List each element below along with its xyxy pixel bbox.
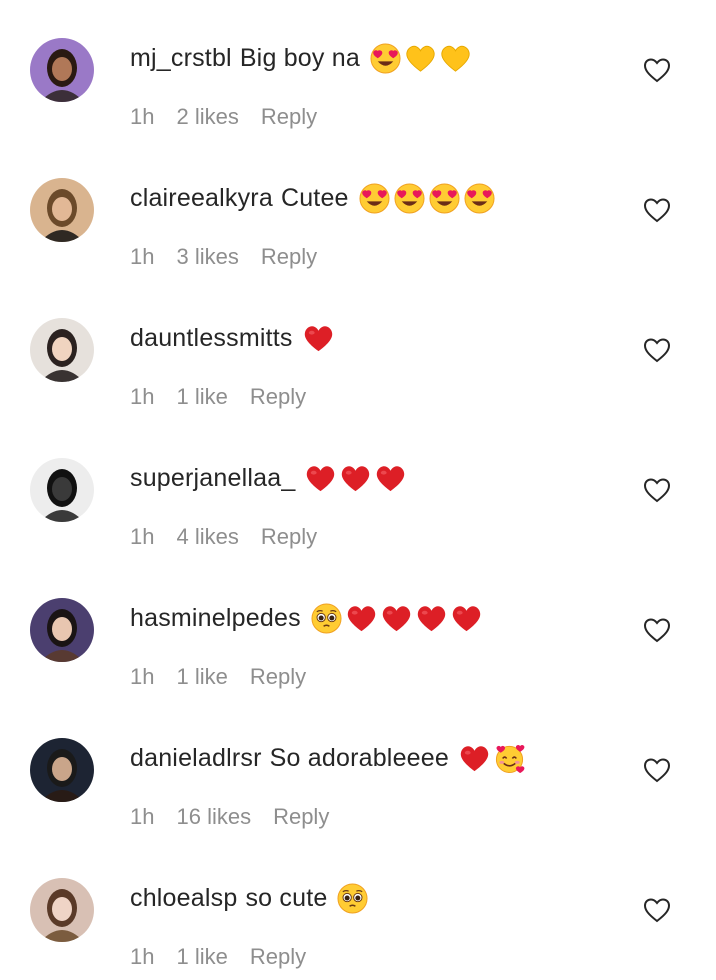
yellow-heart-emoji xyxy=(440,43,471,74)
red-heart-emoji xyxy=(451,603,482,634)
comment-body: hasminelpedes xyxy=(130,600,486,636)
comment-item: superjanellaa_ 1h 4 likes Reply xyxy=(0,420,716,560)
comment-username[interactable]: danieladlrsr xyxy=(130,744,262,773)
comment-meta: 1h 4 likes Reply xyxy=(130,524,339,550)
comment-text: Big boy na xyxy=(239,43,360,72)
comment-body: mj_crstbl Big boy na xyxy=(130,40,475,76)
comment-likes-count[interactable]: 4 likes xyxy=(176,524,238,549)
red-heart-emoji xyxy=(459,743,490,774)
comment-time: 1h xyxy=(130,664,155,689)
comment-username[interactable]: mj_crstbl xyxy=(130,44,232,73)
reply-button[interactable]: Reply xyxy=(273,804,329,829)
comment-likes-count[interactable]: 2 likes xyxy=(176,104,238,129)
heart-outline-icon[interactable] xyxy=(643,57,671,83)
comment-meta: 1h 1 like Reply xyxy=(130,944,328,970)
avatar[interactable] xyxy=(30,738,94,802)
comment-item: hasminelpedes 1h 1 like Reply xyxy=(0,560,716,700)
comment-emojis xyxy=(303,323,338,354)
avatar[interactable] xyxy=(30,318,94,382)
comment-body: claireealkyra Cutee xyxy=(130,180,499,216)
comment-meta: 1h 3 likes Reply xyxy=(130,244,339,270)
heart-eyes-emoji xyxy=(429,182,460,214)
comment-emojis xyxy=(311,602,486,634)
comment-item: claireealkyra Cutee 1h 3 likes Reply xyxy=(0,140,716,280)
comment-emojis xyxy=(337,882,372,914)
comment-item: danieladlrsr So adorableeee 1h 16 likes Repl… xyxy=(0,700,716,840)
comment-meta: 1h 2 likes Reply xyxy=(130,104,339,130)
comment-username[interactable]: hasminelpedes xyxy=(130,604,301,633)
comment-text: So adorableeee xyxy=(269,743,449,772)
heart-eyes-emoji xyxy=(359,182,390,214)
comment-likes-count[interactable]: 16 likes xyxy=(176,804,251,829)
smiling-face-with-hearts-emoji xyxy=(494,743,525,774)
comment-meta: 1h 16 likes Reply xyxy=(130,804,351,830)
heart-eyes-emoji xyxy=(370,42,401,74)
heart-outline-icon[interactable] xyxy=(643,897,671,923)
yellow-heart-emoji xyxy=(405,43,436,74)
comment-time: 1h xyxy=(130,804,155,829)
heart-eyes-emoji xyxy=(464,182,495,214)
heart-eyes-emoji xyxy=(394,182,425,214)
reply-button[interactable]: Reply xyxy=(261,244,317,269)
heart-outline-icon[interactable] xyxy=(643,757,671,783)
comment-meta: 1h 1 like Reply xyxy=(130,664,328,690)
reply-button[interactable]: Reply xyxy=(261,524,317,549)
avatar[interactable] xyxy=(30,458,94,522)
red-heart-emoji xyxy=(381,603,412,634)
heart-outline-icon[interactable] xyxy=(643,197,671,223)
comment-emojis xyxy=(359,182,499,214)
comment-time: 1h xyxy=(130,244,155,269)
comment-item: dauntlessmitts 1h 1 like Reply xyxy=(0,280,716,420)
comment-username[interactable]: superjanellaa_ xyxy=(130,464,295,493)
comment-emojis xyxy=(305,463,410,494)
comment-likes-count[interactable]: 1 like xyxy=(176,944,227,969)
comment-username[interactable]: claireealkyra xyxy=(130,184,273,213)
comment-likes-count[interactable]: 1 like xyxy=(176,664,227,689)
reply-button[interactable]: Reply xyxy=(250,384,306,409)
comment-text: Cutee xyxy=(280,183,349,212)
comment-likes-count[interactable]: 3 likes xyxy=(176,244,238,269)
comment-username[interactable]: dauntlessmitts xyxy=(130,324,293,353)
comment-body: danieladlrsr So adorableeee xyxy=(130,740,529,776)
red-heart-emoji xyxy=(340,463,371,494)
comment-likes-count[interactable]: 1 like xyxy=(176,384,227,409)
pleading-face-emoji xyxy=(337,882,368,914)
red-heart-emoji xyxy=(416,603,447,634)
reply-button[interactable]: Reply xyxy=(261,104,317,129)
comment-body: chloealsp so cute xyxy=(130,880,372,916)
red-heart-emoji xyxy=(305,463,336,494)
comment-meta: 1h 1 like Reply xyxy=(130,384,328,410)
heart-outline-icon[interactable] xyxy=(643,337,671,363)
red-heart-emoji xyxy=(346,603,377,634)
heart-outline-icon[interactable] xyxy=(643,617,671,643)
comment-time: 1h xyxy=(130,104,155,129)
comment-item: mj_crstbl Big boy na 1h 2 likes Reply xyxy=(0,0,716,140)
comment-time: 1h xyxy=(130,384,155,409)
red-heart-emoji xyxy=(375,463,406,494)
comment-time: 1h xyxy=(130,524,155,549)
avatar[interactable] xyxy=(30,598,94,662)
avatar[interactable] xyxy=(30,38,94,102)
pleading-face-emoji xyxy=(311,602,342,634)
comment-body: superjanellaa_ xyxy=(130,460,410,496)
comment-body: dauntlessmitts xyxy=(130,320,338,356)
comment-time: 1h xyxy=(130,944,155,969)
comment-username[interactable]: chloealsp xyxy=(130,884,237,913)
reply-button[interactable]: Reply xyxy=(250,944,306,969)
comment-item: chloealsp so cute 1h 1 like Reply xyxy=(0,840,716,980)
comment-emojis xyxy=(370,42,475,74)
comment-text: so cute xyxy=(245,883,328,912)
reply-button[interactable]: Reply xyxy=(250,664,306,689)
red-heart-emoji xyxy=(303,323,334,354)
avatar[interactable] xyxy=(30,178,94,242)
comment-emojis xyxy=(459,743,529,774)
avatar[interactable] xyxy=(30,878,94,942)
heart-outline-icon[interactable] xyxy=(643,477,671,503)
